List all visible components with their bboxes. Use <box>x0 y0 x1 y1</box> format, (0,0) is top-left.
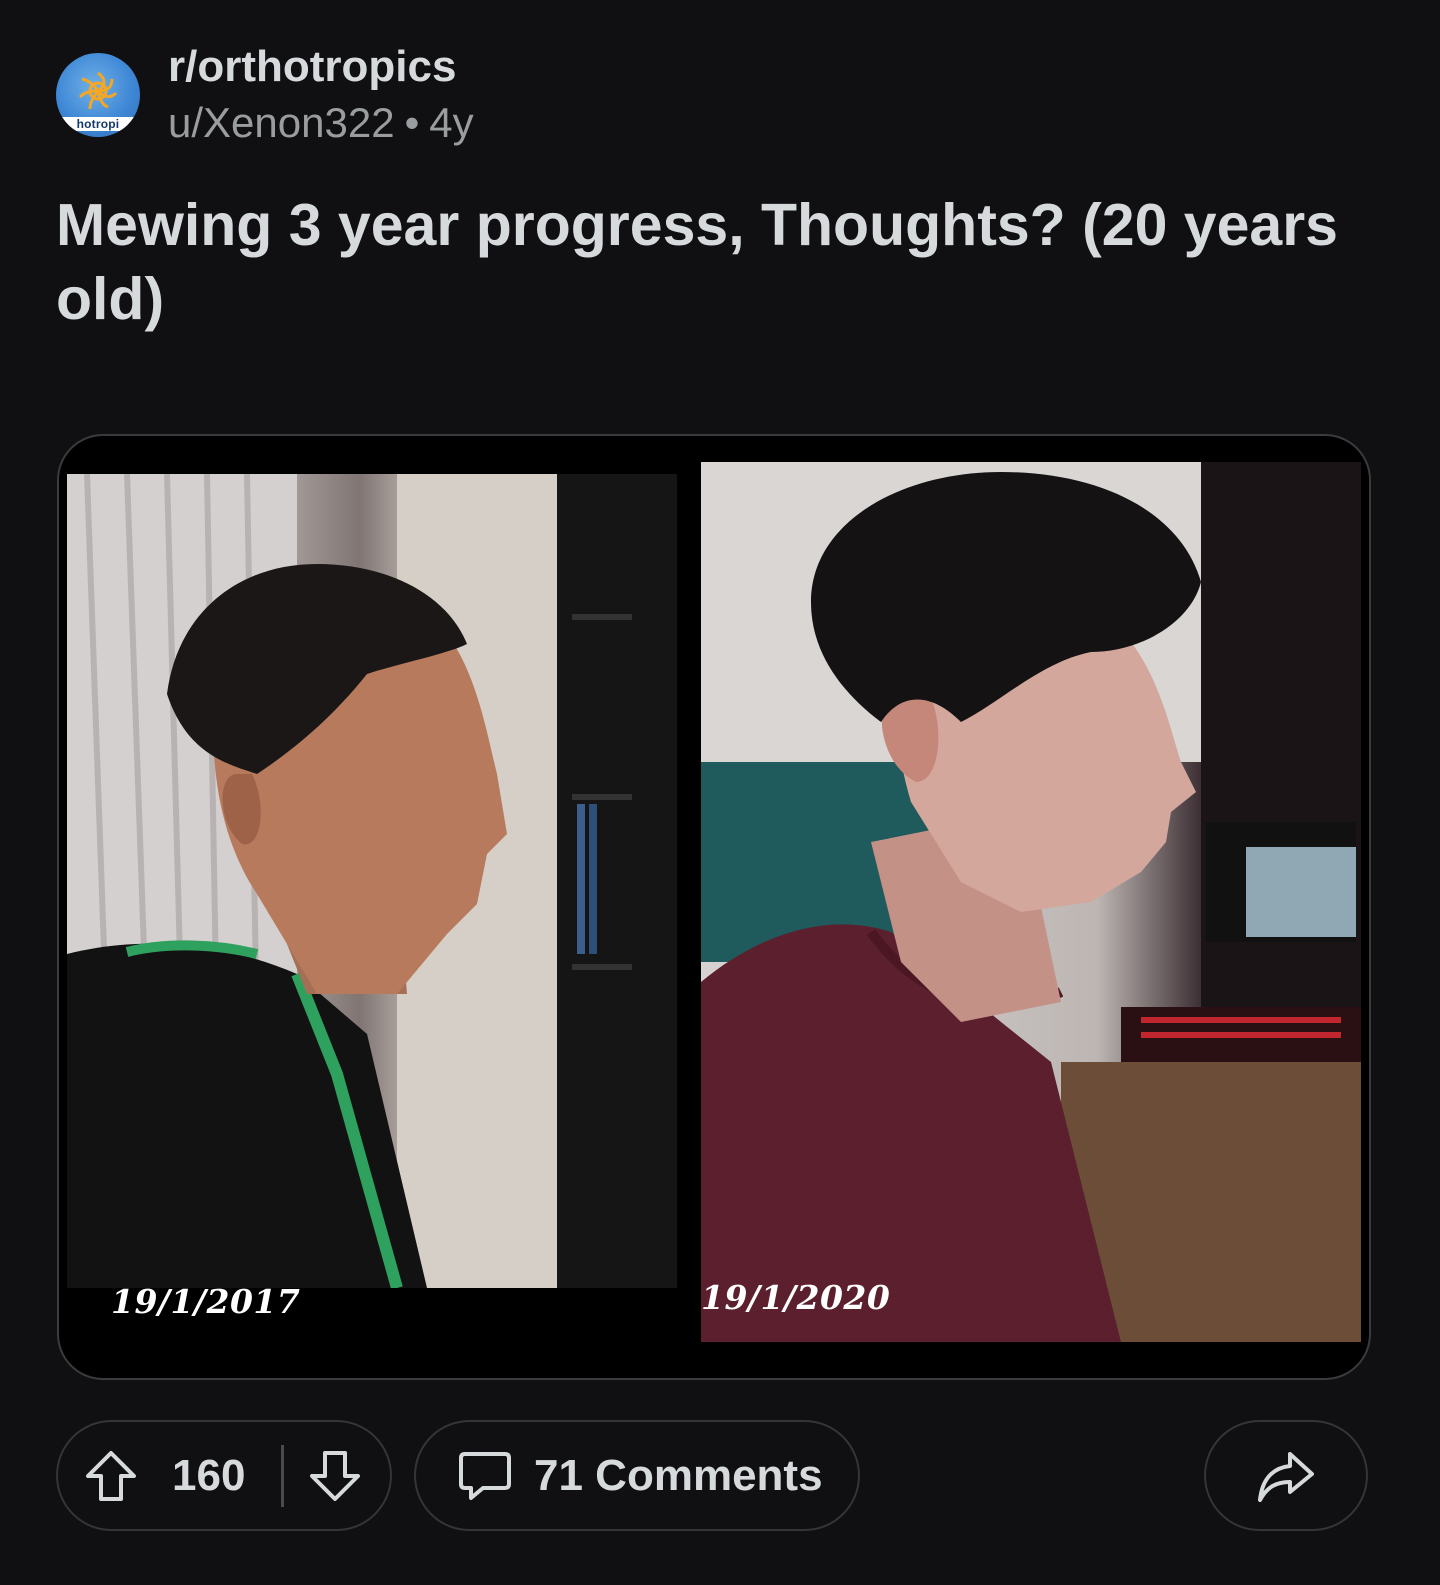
vote-score: 160 <box>172 1450 246 1500</box>
subreddit-name[interactable]: r/orthotropics <box>168 41 474 93</box>
before-date-caption: 19/1/2017 <box>111 1282 301 1321</box>
author-username[interactable]: u/Xenon322 <box>168 99 395 146</box>
post-age: 4y <box>429 99 474 146</box>
before-photo <box>67 474 677 1288</box>
action-bar: 160 71 Comments <box>56 1420 1368 1535</box>
avatar-label: hotropi <box>56 117 140 131</box>
byline: u/Xenon322 • 4y <box>168 97 474 149</box>
comments-button[interactable]: 71 Comments <box>414 1420 860 1531</box>
separator-dot: • <box>404 99 420 146</box>
post-card: hotropi r/orthotropics u/Xenon322 • 4y Mew… <box>0 0 1440 1585</box>
arrow-down-icon[interactable] <box>304 1445 366 1507</box>
post-media[interactable]: 19/1/2017 19/1/2020 <box>57 434 1371 1380</box>
speech-bubble-icon <box>454 1445 516 1507</box>
subreddit-avatar[interactable]: hotropi <box>56 53 140 137</box>
post-header: hotropi r/orthotropics u/Xenon322 • 4y <box>56 40 474 150</box>
after-profile-image <box>701 462 1361 1342</box>
arrow-up-icon[interactable] <box>80 1445 142 1507</box>
after-photo <box>701 462 1361 1342</box>
post-title[interactable]: Mewing 3 year progress, Thoughts? (20 ye… <box>56 188 1356 336</box>
vote-divider <box>281 1444 285 1507</box>
share-button[interactable] <box>1204 1420 1368 1531</box>
share-arrow-icon <box>1254 1444 1318 1508</box>
vote-pill: 160 <box>56 1420 392 1531</box>
after-date-caption: 19/1/2020 <box>701 1278 891 1317</box>
before-profile-image <box>67 474 677 1288</box>
comments-label: 71 Comments <box>534 1450 823 1500</box>
post-meta: r/orthotropics u/Xenon322 • 4y <box>168 41 474 149</box>
